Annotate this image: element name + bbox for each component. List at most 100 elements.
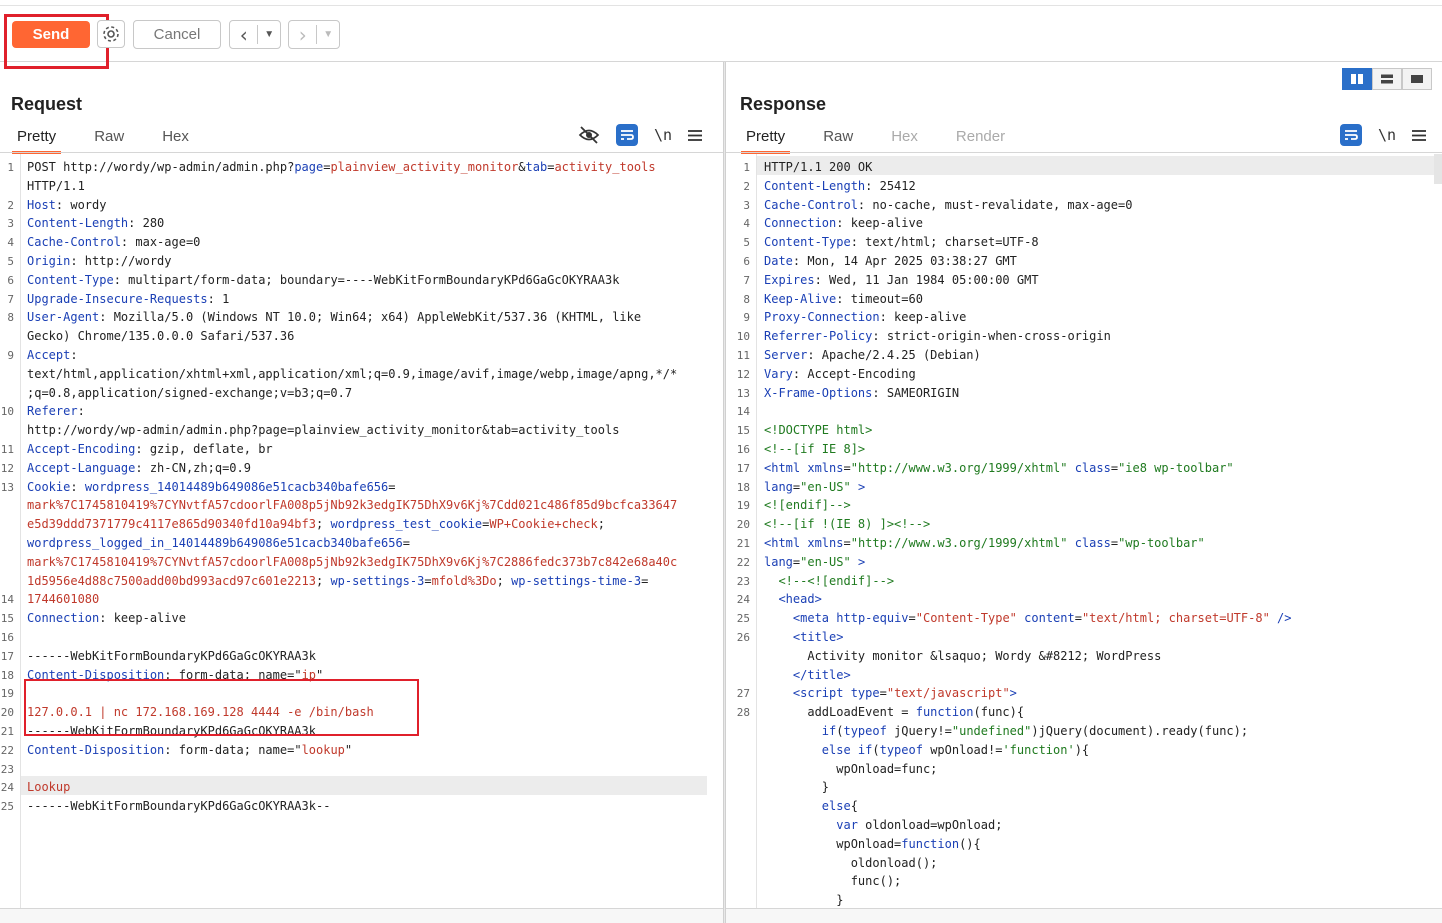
code-line: </title>: [764, 666, 851, 685]
line-number: 21: [0, 725, 14, 738]
line-number: 7: [7, 292, 14, 306]
menu-icon[interactable]: [688, 129, 703, 142]
tab-pretty[interactable]: Pretty: [740, 128, 791, 154]
response-title: Response: [740, 94, 827, 114]
forward-dropdown-icon[interactable]: ▼: [317, 29, 339, 40]
line-number: 6: [7, 273, 14, 287]
back-dropdown-icon[interactable]: ▼: [258, 29, 280, 40]
split-rows-icon[interactable]: [1372, 68, 1402, 90]
code-line: func();: [764, 872, 902, 891]
code-line: Lookup: [27, 778, 70, 797]
tab-hex[interactable]: Hex: [891, 128, 918, 152]
code-line: wpOnload=function(){: [764, 835, 981, 854]
code-line: <![endif]-->: [764, 496, 851, 515]
code-token: :: [77, 404, 85, 419]
line-number: 10: [736, 330, 750, 344]
tab-raw[interactable]: Raw: [94, 128, 124, 152]
code-line: HTTP/1.1 200 OK: [764, 158, 872, 177]
gear-icon[interactable]: [97, 20, 125, 48]
code-line: text/html,application/xhtml+xml,applicat…: [27, 365, 677, 384]
code-token: <!--[if !(IE 8) ]><!-->: [764, 517, 931, 532]
tab-pretty[interactable]: Pretty: [11, 128, 62, 154]
code-token: Referrer-Policy: [764, 329, 873, 344]
code-line: HTTP/1.1: [27, 177, 85, 196]
code-token: Expires: [764, 272, 815, 287]
code-token: Connection: [764, 216, 837, 231]
code-token: &: [518, 160, 526, 174]
wrap-icon[interactable]: [1340, 124, 1362, 146]
code-line: Connection: keep-alive: [27, 609, 186, 628]
code-line: Origin: http://wordy: [27, 252, 172, 271]
view-mode-toggle: [1342, 68, 1432, 90]
line-number: 4: [7, 236, 14, 250]
code-token: HTTP/1.1: [27, 178, 85, 193]
code-line: <html xmlns="http://www.w3.org/1999/xhtm…: [764, 459, 1234, 478]
tab-raw[interactable]: Raw: [823, 128, 853, 152]
code-line: Activity monitor &lsaquo; Wordy &#8212; …: [764, 647, 1161, 666]
code-token: wordpress_test_cookie: [330, 517, 483, 532]
code-line: <title>: [764, 628, 844, 647]
code-token: : timeout=60: [836, 291, 923, 306]
newline-icon[interactable]: \n: [1378, 126, 1396, 144]
code-token: tab: [525, 160, 548, 174]
code-token: =: [908, 611, 916, 626]
code-line: e5d39ddd7371779c4117e865d90340fd10a94bf3…: [27, 515, 605, 534]
tab-render[interactable]: Render: [956, 128, 1005, 152]
code-line: POST http://wordy/wp-admin/admin.php?pag…: [27, 158, 656, 177]
single-pane-icon[interactable]: [1402, 68, 1432, 90]
eye-off-icon[interactable]: [578, 126, 600, 144]
chevron-right-icon[interactable]: ›: [289, 22, 316, 48]
tab-hex[interactable]: Hex: [162, 128, 189, 152]
code-token: >: [857, 554, 866, 569]
code-token: Date: [764, 254, 793, 268]
code-token: (func){: [973, 705, 1025, 720]
newline-icon[interactable]: \n: [654, 126, 672, 144]
cancel-button[interactable]: Cancel: [133, 20, 221, 49]
code-token: Vary: [764, 366, 793, 381]
code-line: Accept:: [27, 346, 78, 365]
send-highlight-box: [4, 14, 109, 69]
menu-icon[interactable]: [1412, 129, 1427, 142]
line-number: 11: [736, 349, 750, 362]
code-line: Referer:: [27, 402, 85, 421]
wrap-icon[interactable]: [616, 124, 638, 146]
code-token: <title>: [792, 630, 844, 644]
code-line: }: [764, 778, 829, 797]
code-line: User-Agent: Mozilla/5.0 (Windows NT 10.0…: [27, 308, 641, 327]
chevron-left-icon[interactable]: ‹: [230, 22, 257, 48]
split-columns-icon[interactable]: [1342, 68, 1372, 90]
code-token: ;: [315, 573, 331, 588]
code-token: =: [402, 536, 410, 550]
code-line: http://wordy/wp-admin/admin.php?page=pla…: [27, 421, 619, 440]
line-number: 1: [7, 161, 14, 174]
code-token: wpOnload=func;: [764, 761, 938, 776]
code-token: class: [1074, 536, 1111, 550]
code-line: Cache-Control: no-cache, must-revalidate…: [764, 196, 1132, 215]
code-line: X-Frame-Options: SAMEORIGIN: [764, 384, 959, 403]
line-number: 17: [736, 461, 750, 475]
code-token: {: [850, 799, 858, 814]
code-token: : Apache/2.4.25 (Debian): [807, 348, 981, 362]
code-token: wp-settings-time-3: [511, 573, 642, 588]
code-token: wordpress_14014489b649086e51cacb340bafe6…: [84, 479, 389, 494]
code-token: =: [879, 686, 887, 701]
code-token: : keep-alive: [836, 216, 923, 231]
code-token: "en-US": [800, 554, 851, 569]
code-token: ;q=0.8,application/signed-exchange;v=b3;…: [27, 385, 353, 400]
forward-nav[interactable]: › ▼: [288, 20, 340, 49]
code-token: :: [70, 348, 78, 362]
response-pane: Response Pretty Raw Hex Render \n 1 HTTP/…: [726, 62, 1442, 923]
back-nav[interactable]: ‹ ▼: [229, 20, 281, 49]
request-editor[interactable]: 1 POST http://wordy/wp-admin/admin.php?pa…: [0, 154, 723, 909]
code-token: HTTP/1.1 200 OK: [764, 160, 873, 174]
code-token: ------WebKitFormBoundaryKPd6GaGcOKYRAA3k: [27, 648, 316, 663]
response-editor[interactable]: 1 HTTP/1.1 200 OK 2 Content-Length: 25412 3 C…: [726, 154, 1442, 909]
code-token: mfold%3Do: [431, 573, 497, 588]
line-number: 28: [736, 706, 750, 720]
code-token: "Content-Type": [915, 611, 1017, 626]
code-token: typeof: [843, 724, 887, 738]
